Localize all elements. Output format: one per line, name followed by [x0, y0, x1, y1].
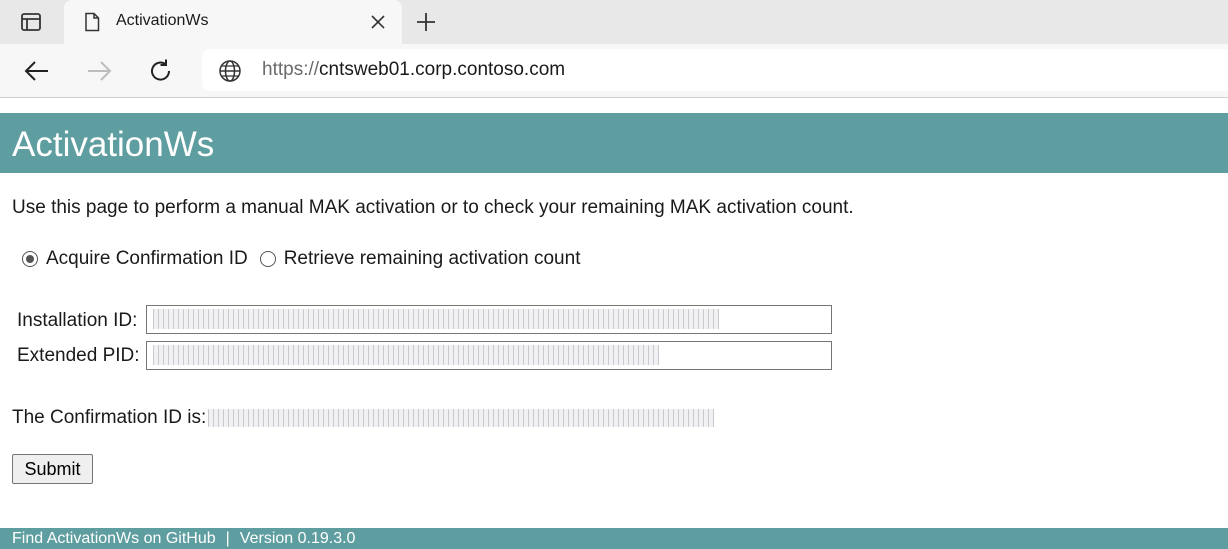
footer-separator: |: [225, 530, 230, 547]
redacted-value: [153, 345, 659, 365]
github-link[interactable]: Find ActivationWs on GitHub: [12, 530, 216, 547]
back-arrow-icon: [24, 61, 48, 81]
extended-pid-label: Extended PID:: [17, 345, 140, 366]
extended-pid-input[interactable]: [146, 341, 832, 370]
forward-arrow-icon: [88, 61, 112, 81]
tab-title: ActivationWs: [116, 12, 209, 29]
refresh-button[interactable]: [146, 56, 176, 86]
redacted-value: [153, 309, 719, 329]
url-text[interactable]: https://cntsweb01.corp.contoso.com: [262, 59, 565, 81]
confirmation-id-row: The Confirmation ID is:: [12, 405, 715, 431]
installation-id-label: Installation ID:: [17, 310, 138, 331]
radio-label-acquire[interactable]: Acquire Confirmation ID: [46, 248, 248, 270]
mode-radio-group: Acquire Confirmation ID Retrieve remaini…: [22, 246, 580, 272]
installation-id-input[interactable]: [146, 305, 832, 334]
tab-actions-icon: [21, 13, 41, 31]
browser-tab-active[interactable]: ActivationWs: [64, 0, 402, 44]
redacted-confirmation-id: [208, 409, 715, 427]
intro-text: Use this page to perform a manual MAK ac…: [12, 197, 854, 218]
browser-tab-strip: ActivationWs: [0, 0, 1228, 44]
page-icon: [85, 12, 100, 32]
browser-toolbar: https://cntsweb01.corp.contoso.com: [0, 44, 1228, 98]
refresh-icon: [151, 59, 171, 81]
page-header: ActivationWs: [0, 113, 1228, 173]
radio-label-retrieve[interactable]: Retrieve remaining activation count: [284, 248, 581, 270]
page-footer: Find ActivationWs on GitHub | Version 0.19…: [0, 528, 1228, 549]
confirmation-id-label: The Confirmation ID is:: [12, 407, 207, 428]
globe-icon: [219, 60, 241, 82]
forward-button[interactable]: [84, 56, 114, 86]
url-scheme: https://: [262, 59, 320, 80]
tab-close-button[interactable]: [368, 12, 388, 32]
close-icon: [371, 15, 385, 29]
version-text: Version 0.19.3.0: [239, 530, 356, 547]
page-title: ActivationWs: [12, 125, 215, 164]
back-button[interactable]: [22, 56, 52, 86]
plus-icon: [417, 13, 435, 31]
url-host: cntsweb01.corp.contoso.com: [319, 59, 566, 80]
new-tab-button[interactable]: [412, 8, 440, 36]
tab-actions-button[interactable]: [8, 8, 54, 36]
radio-checked-icon[interactable]: [22, 251, 38, 267]
submit-button[interactable]: Submit: [12, 454, 93, 484]
radio-unchecked-icon[interactable]: [259, 251, 276, 267]
address-bar[interactable]: https://cntsweb01.corp.contoso.com: [202, 49, 1228, 91]
